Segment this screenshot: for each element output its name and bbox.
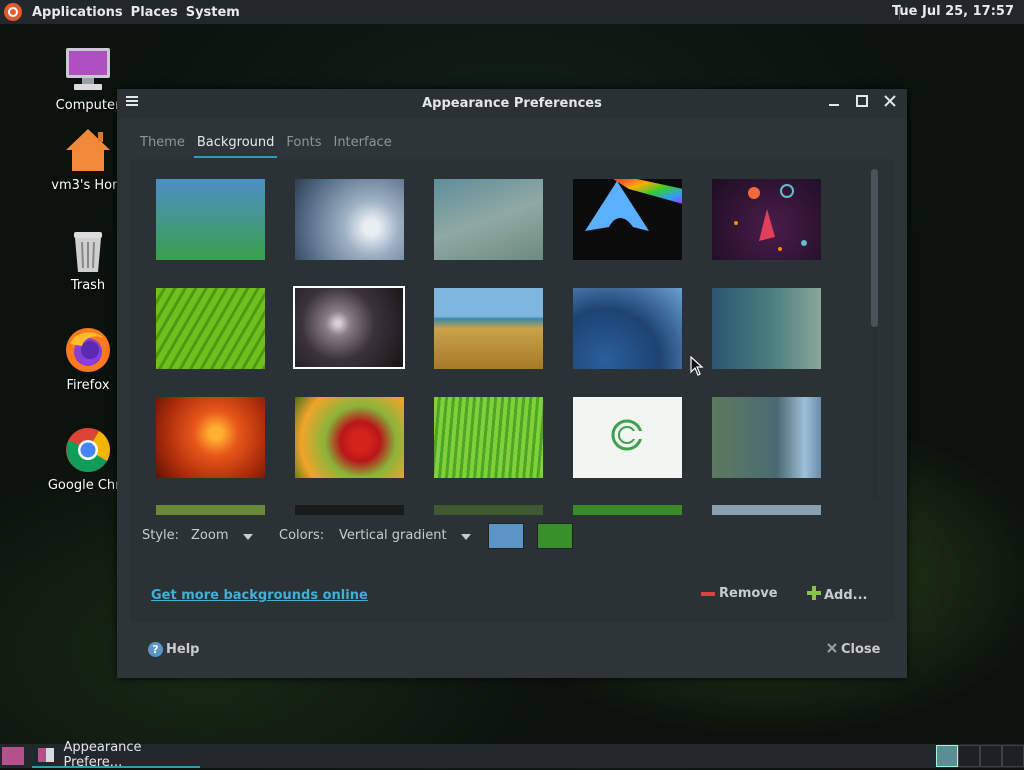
- workspace-3[interactable]: [980, 745, 1002, 767]
- wallpaper-thumbnail[interactable]: [156, 397, 265, 478]
- taskbar-window-label: Appearance Prefere...: [63, 740, 142, 770]
- wallpaper-thumbnail[interactable]: [295, 397, 404, 478]
- wallpaper-grid: [156, 179, 856, 515]
- chrome-icon: [64, 426, 112, 474]
- remove-button-label: Remove: [719, 586, 778, 601]
- close-icon[interactable]: [881, 95, 899, 113]
- close-button[interactable]: Close: [827, 642, 880, 657]
- clock[interactable]: Tue Jul 25, 17:57: [892, 4, 1014, 19]
- primary-color-button[interactable]: [488, 523, 524, 549]
- help-button[interactable]: ? Help: [148, 642, 199, 657]
- style-label: Style:: [142, 528, 180, 543]
- grid-scrollbar-thumb[interactable]: [871, 169, 878, 327]
- wallpaper-thumbnail[interactable]: [156, 288, 265, 369]
- wallpaper-thumbnail[interactable]: [434, 505, 543, 515]
- bottom-panel: Appearance Prefere...: [0, 740, 1024, 770]
- wallpaper-thumbnail[interactable]: [295, 505, 404, 515]
- remove-button[interactable]: Remove: [701, 586, 778, 601]
- workspace-2[interactable]: [958, 745, 980, 767]
- help-button-label: Help: [166, 642, 200, 657]
- help-icon: ?: [148, 642, 163, 657]
- workspace-1[interactable]: [936, 745, 958, 767]
- system-menu[interactable]: System: [182, 5, 244, 20]
- tab-interface[interactable]: Interface: [330, 133, 394, 158]
- taskbar-window-button[interactable]: Appearance Prefere...: [32, 740, 200, 770]
- chevron-down-icon: [243, 534, 253, 540]
- tab-theme[interactable]: Theme: [137, 133, 188, 158]
- maximize-icon[interactable]: [853, 95, 871, 113]
- wallpaper-thumbnail[interactable]: [434, 397, 543, 478]
- trash-icon: [64, 226, 112, 274]
- secondary-color-button[interactable]: [537, 523, 573, 549]
- wallpaper-thumbnail[interactable]: [712, 397, 821, 478]
- style-dropdown-value: Zoom: [191, 528, 229, 543]
- top-panel: Applications Places System Tue Jul 25, 1…: [0, 0, 1024, 24]
- plus-icon: [807, 586, 821, 604]
- wallpaper-thumbnail[interactable]: [156, 179, 265, 260]
- mouse-cursor-icon: [690, 355, 704, 380]
- places-menu[interactable]: Places: [127, 5, 182, 20]
- tab-bar: Theme Background Fonts Interface: [137, 133, 401, 158]
- window-menu-icon[interactable]: [123, 95, 141, 113]
- workspace-4[interactable]: [1002, 745, 1024, 767]
- add-button[interactable]: Add...: [807, 586, 868, 604]
- ubuntu-logo-icon[interactable]: [4, 3, 22, 21]
- applications-menu[interactable]: Applications: [28, 5, 127, 20]
- colors-label: Colors:: [279, 528, 325, 543]
- chevron-down-icon: [461, 534, 471, 540]
- wallpaper-thumbnail[interactable]: [573, 505, 682, 515]
- add-button-label: Add...: [824, 587, 868, 603]
- show-desktop-button[interactable]: [2, 747, 24, 765]
- wallpaper-thumbnail[interactable]: [712, 288, 821, 369]
- wallpaper-thumbnail[interactable]: [434, 288, 543, 369]
- wallpaper-thumbnail[interactable]: [573, 288, 682, 369]
- colors-dropdown-value: Vertical gradient: [339, 528, 447, 543]
- tab-background[interactable]: Background: [193, 133, 278, 158]
- wallpaper-thumbnail[interactable]: [712, 179, 821, 260]
- wallpaper-thumbnail[interactable]: [573, 397, 682, 478]
- wallpaper-thumbnail-selected[interactable]: [293, 286, 405, 369]
- wallpaper-thumbnail[interactable]: [573, 179, 683, 260]
- background-panel: [130, 159, 895, 622]
- wallpaper-thumbnail[interactable]: [712, 505, 821, 515]
- close-icon: [827, 642, 837, 657]
- appearance-preferences-window: Appearance Preferences Theme Background …: [117, 89, 907, 678]
- firefox-icon: [64, 326, 112, 374]
- wallpaper-thumbnail[interactable]: [156, 505, 265, 515]
- wallpaper-thumbnail[interactable]: [295, 179, 404, 260]
- colors-dropdown[interactable]: Vertical gradient: [339, 528, 471, 546]
- style-dropdown[interactable]: Zoom: [191, 528, 253, 546]
- wallpaper-thumbnail[interactable]: [434, 179, 543, 260]
- home-folder-icon: [64, 126, 112, 174]
- get-more-backgrounds-link[interactable]: Get more backgrounds online: [151, 588, 368, 603]
- appearance-app-icon: [38, 748, 54, 762]
- minus-icon: [701, 591, 715, 596]
- computer-icon: [64, 46, 112, 94]
- minimize-icon[interactable]: [825, 95, 843, 113]
- close-button-label: Close: [841, 642, 881, 657]
- tab-fonts[interactable]: Fonts: [283, 133, 324, 158]
- window-titlebar[interactable]: Appearance Preferences: [117, 89, 907, 119]
- window-title: Appearance Preferences: [422, 96, 602, 111]
